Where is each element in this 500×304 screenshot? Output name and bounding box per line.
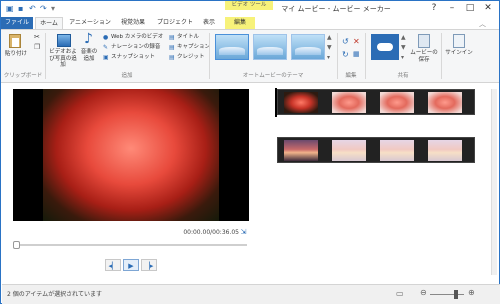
more-themes-icon[interactable]: ▾ bbox=[327, 54, 330, 61]
title-bar: ▣ ▪ ↶ ↷ ▾ ビデオ ツール マイ ムービー - ムービー メーカー ? … bbox=[1, 1, 499, 17]
zoom-slider[interactable] bbox=[430, 294, 464, 295]
share-more-icon[interactable]: ▾ bbox=[401, 54, 404, 61]
storyboard[interactable] bbox=[271, 85, 499, 279]
webcam-video-button[interactable]: Web カメラのビデオ bbox=[111, 33, 163, 42]
tab-file[interactable]: ファイル bbox=[1, 17, 33, 29]
caption-button[interactable]: キャプション bbox=[177, 43, 210, 52]
clip-thumbnail bbox=[380, 92, 414, 113]
clip-thumbnail bbox=[284, 92, 318, 113]
microphone-icon[interactable]: ✎ bbox=[103, 44, 108, 51]
tab-visual-effects[interactable]: 視覚効果 bbox=[115, 17, 151, 29]
clip-thumbnail bbox=[428, 140, 462, 161]
cut-icon[interactable]: ✂ bbox=[34, 33, 40, 41]
close-button[interactable]: ✕ bbox=[479, 2, 497, 14]
preview-frame-image bbox=[43, 89, 219, 221]
help-icon[interactable]: ? bbox=[425, 2, 443, 14]
remove-icon[interactable]: ✕ bbox=[353, 37, 360, 46]
rotate-right-icon[interactable]: ↻ bbox=[342, 50, 349, 59]
ribbon: 貼り付け ✂ ❐ クリップボード ビデオおよび写真の追加 ♪ 音楽の追加 ● W… bbox=[1, 29, 499, 83]
rotate-left-icon[interactable]: ↺ bbox=[342, 37, 349, 46]
group-label-add: 追加 bbox=[121, 73, 133, 79]
select-all-icon[interactable]: ▦ bbox=[353, 50, 360, 58]
next-frame-button[interactable]: ▕▸ bbox=[141, 259, 157, 271]
share-scroll-up-icon[interactable]: ▲ bbox=[401, 34, 406, 41]
tab-animations[interactable]: アニメーション bbox=[67, 17, 113, 29]
clip-thumbnail bbox=[284, 140, 318, 161]
snapshot-button[interactable]: スナップショット bbox=[111, 53, 155, 62]
music-note-icon[interactable]: ♪ bbox=[84, 31, 93, 47]
tab-project[interactable]: プロジェクト bbox=[153, 17, 197, 29]
add-videos-photos-button[interactable]: ビデオおよび写真の追加 bbox=[47, 49, 79, 69]
status-text: 2 個のアイテムが選択されています bbox=[7, 291, 102, 298]
credits-icon[interactable]: ▤ bbox=[169, 54, 175, 61]
save-movie-button[interactable]: ムービーの保存 bbox=[409, 50, 439, 63]
app-window: ▣ ▪ ↶ ↷ ▾ ビデオ ツール マイ ムービー - ムービー メーカー ? … bbox=[0, 0, 500, 304]
clip-thumbnail bbox=[428, 92, 462, 113]
zoom-out-icon[interactable]: ⊖ bbox=[420, 288, 427, 297]
save-icon[interactable]: ▪ bbox=[18, 4, 23, 14]
redo-icon[interactable]: ↷ bbox=[40, 4, 47, 14]
tab-edit[interactable]: 編集 bbox=[225, 17, 255, 29]
paste-button[interactable]: 貼り付け bbox=[5, 51, 27, 58]
undo-icon[interactable]: ↶ bbox=[29, 4, 36, 14]
clip-thumbnail bbox=[380, 140, 414, 161]
quick-access-dropdown-icon[interactable]: ▾ bbox=[51, 4, 55, 14]
playhead-cursor[interactable] bbox=[275, 88, 277, 117]
clip-thumbnail bbox=[332, 140, 366, 161]
zoom-slider-thumb[interactable] bbox=[454, 290, 458, 299]
seek-thumb[interactable] bbox=[13, 241, 20, 249]
storyboard-clip-sunset[interactable] bbox=[277, 137, 475, 163]
record-narration-button[interactable]: ナレーションの録音 bbox=[111, 43, 160, 52]
status-bar: 2 個のアイテムが選択されています ▭ ⊖ ⊕ bbox=[2, 284, 500, 304]
play-button[interactable]: ▶ bbox=[123, 259, 139, 271]
theme-thumbnail-1[interactable] bbox=[215, 34, 249, 60]
tab-view[interactable]: 表示 bbox=[197, 17, 221, 29]
clip-thumbnail bbox=[332, 92, 366, 113]
credits-button[interactable]: クレジット bbox=[177, 53, 205, 62]
sign-in-button[interactable]: サインイン bbox=[445, 50, 473, 57]
app-icon: ▣ bbox=[6, 4, 14, 13]
share-scroll-down-icon[interactable]: ▼ bbox=[401, 44, 406, 51]
group-label-editing: 編集 bbox=[345, 73, 357, 79]
copy-icon[interactable]: ❐ bbox=[34, 43, 40, 51]
theme-thumbnail-2[interactable] bbox=[253, 34, 287, 60]
zoom-in-icon[interactable]: ⊕ bbox=[468, 288, 475, 297]
window-title: マイ ムービー - ムービー メーカー bbox=[281, 5, 391, 13]
seek-bar[interactable] bbox=[13, 244, 247, 246]
save-movie-icon[interactable] bbox=[418, 34, 430, 48]
webcam-icon[interactable]: ● bbox=[103, 34, 108, 41]
previous-frame-button[interactable]: ◂▏ bbox=[105, 259, 121, 271]
sign-in-icon[interactable] bbox=[453, 34, 465, 48]
add-videos-icon[interactable] bbox=[57, 34, 71, 47]
maximize-button[interactable]: □ bbox=[461, 2, 479, 14]
thumbnail-size-icon[interactable]: ▭ bbox=[396, 289, 404, 298]
video-preview[interactable] bbox=[13, 89, 249, 221]
split-preview-icon[interactable]: ⇲ bbox=[239, 228, 248, 237]
ribbon-tabs: ファイル ホーム アニメーション 視覚効果 プロジェクト 表示 編集 ︿ bbox=[1, 17, 499, 29]
group-label-share: 共有 bbox=[397, 73, 409, 79]
scroll-up-icon[interactable]: ▲ bbox=[327, 34, 332, 41]
storyboard-clip-rose[interactable] bbox=[277, 89, 475, 115]
group-label-themes: オートムービーのテーマ bbox=[242, 73, 304, 79]
caption-icon[interactable]: ▤ bbox=[169, 44, 175, 51]
scroll-down-icon[interactable]: ▼ bbox=[327, 44, 332, 51]
timecode: 00:00.00/00:36.05 bbox=[183, 229, 239, 236]
onedrive-share-icon[interactable] bbox=[371, 34, 399, 60]
storyboard-scrollbar[interactable] bbox=[491, 89, 497, 275]
theme-thumbnail-3[interactable] bbox=[291, 34, 325, 60]
group-label-clipboard: クリップボード bbox=[3, 73, 43, 79]
ribbon-collapse-icon[interactable]: ︿ bbox=[479, 19, 486, 29]
paste-icon[interactable] bbox=[9, 34, 21, 48]
title-button[interactable]: タイトル bbox=[177, 33, 199, 42]
snapshot-icon[interactable]: ▣ bbox=[103, 54, 109, 61]
minimize-button[interactable]: – bbox=[443, 2, 461, 14]
add-music-button[interactable]: 音楽の追加 bbox=[79, 49, 99, 62]
tab-home[interactable]: ホーム bbox=[35, 17, 63, 29]
title-icon[interactable]: ▤ bbox=[169, 34, 175, 41]
